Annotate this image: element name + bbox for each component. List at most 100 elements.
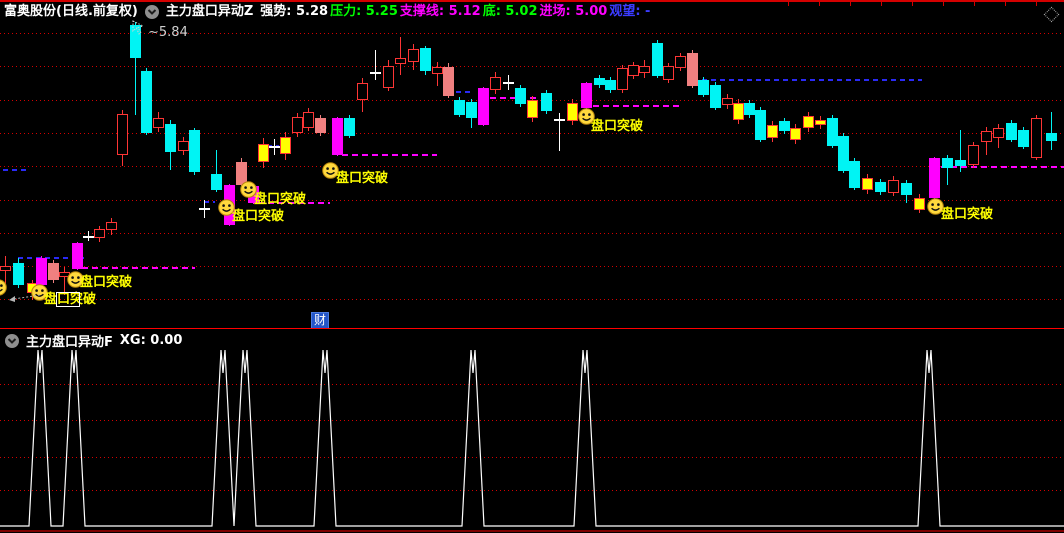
collapse-chevron-icon[interactable]	[145, 5, 159, 19]
breakout-label: 盘口突破	[336, 172, 388, 185]
candle	[722, 98, 733, 105]
xg-value: XG: 0.00	[120, 333, 183, 348]
axis-tick	[943, 2, 944, 6]
candle	[875, 182, 886, 192]
indicator-field: 进场: 5.00	[540, 4, 608, 19]
event-badge-finance[interactable]: 财	[311, 312, 329, 329]
candle	[454, 100, 465, 115]
indicator-field: 强势: 5.28	[260, 4, 328, 19]
candle	[849, 161, 860, 188]
candle	[955, 160, 966, 166]
candle	[408, 49, 419, 62]
candle	[303, 112, 314, 128]
candle	[515, 88, 526, 104]
candle	[888, 180, 899, 193]
collapse-chevron-icon[interactable]	[5, 334, 19, 348]
candle	[315, 118, 326, 133]
main-indicator-name: 主力盘口异动Z	[166, 4, 253, 19]
candle	[914, 198, 925, 210]
breakout-label: 盘口突破	[941, 208, 993, 221]
candle	[755, 110, 766, 140]
candle	[141, 71, 152, 133]
gridline	[0, 66, 1064, 67]
candle	[698, 80, 709, 95]
gridline	[0, 200, 1064, 201]
candle	[687, 53, 698, 86]
candle	[478, 88, 489, 125]
candle	[527, 100, 538, 118]
candle	[790, 128, 801, 140]
indicator-field: 支撑线: 5.12	[400, 4, 481, 19]
candle	[605, 80, 616, 90]
candle	[968, 145, 979, 165]
candle	[420, 48, 431, 71]
axis-tick	[974, 2, 975, 6]
doji-cross	[83, 236, 94, 238]
chevron-down-icon	[147, 8, 157, 16]
candle	[1031, 118, 1042, 158]
candle	[292, 117, 303, 133]
high-price-label: ~5.84	[148, 26, 188, 39]
reference-level-line	[3, 169, 27, 171]
candle	[48, 263, 59, 280]
candle-wick	[375, 50, 376, 80]
candle	[733, 103, 744, 120]
doji-cross	[554, 119, 565, 121]
candle	[803, 116, 814, 128]
breakout-level-line	[593, 105, 680, 107]
candle	[357, 83, 368, 100]
candle-wick	[1051, 112, 1052, 150]
doji-cross	[503, 82, 514, 84]
axis-tick	[1005, 2, 1006, 6]
candle	[1046, 133, 1057, 141]
candle	[1006, 123, 1017, 140]
doji-cross	[199, 208, 210, 210]
breakout-label: 盘口突破	[80, 276, 132, 289]
candle	[280, 137, 291, 154]
candle	[72, 243, 83, 269]
gridline	[0, 490, 1064, 491]
doji-cross	[269, 146, 280, 148]
candle	[628, 65, 639, 76]
axis-tick	[819, 2, 820, 6]
candle	[710, 85, 721, 108]
candle	[901, 183, 912, 195]
gridline	[0, 384, 1064, 385]
breakout-label: 盘口突破	[254, 193, 306, 206]
candle-wick	[400, 37, 401, 75]
candle	[153, 118, 164, 128]
indicator-field: 压力: 5.25	[330, 4, 398, 19]
candle	[13, 263, 24, 285]
smiley-icon	[0, 279, 7, 296]
candle	[165, 124, 176, 152]
panel-divider[interactable]	[0, 328, 1064, 329]
candle	[258, 144, 269, 162]
candle	[106, 222, 117, 230]
doji-cross	[370, 72, 381, 74]
gridline	[0, 166, 1064, 167]
gridline	[0, 457, 1064, 458]
candle	[332, 118, 343, 155]
candlestick-chart[interactable]: 盘口突破盘口突破盘口突破盘口突破盘口突破盘口突破盘口突破~5.84财	[0, 0, 1064, 533]
reference-level-line	[693, 79, 922, 81]
indicator-field: 观望: -	[609, 4, 650, 19]
candle	[815, 120, 826, 125]
candle	[432, 67, 443, 74]
gridline	[0, 420, 1064, 421]
candle	[94, 229, 105, 238]
candle	[838, 136, 849, 171]
indicator-field: 底: 5.02	[483, 4, 538, 19]
smiley-icon	[0, 279, 7, 296]
candle	[178, 141, 189, 151]
candle	[827, 118, 838, 146]
sub-indicator-name: 主力盘口异动F	[26, 331, 113, 350]
breakout-level-line	[82, 267, 195, 269]
candle	[1018, 130, 1029, 147]
indicator-values: 强势: 5.28压力: 5.25支撑线: 5.12底: 5.02进场: 5.00…	[260, 4, 652, 19]
candle	[617, 68, 628, 90]
candle	[675, 56, 686, 68]
reference-level-line	[204, 201, 215, 203]
candle	[993, 128, 1004, 138]
candle	[767, 125, 778, 138]
candle	[395, 58, 406, 64]
